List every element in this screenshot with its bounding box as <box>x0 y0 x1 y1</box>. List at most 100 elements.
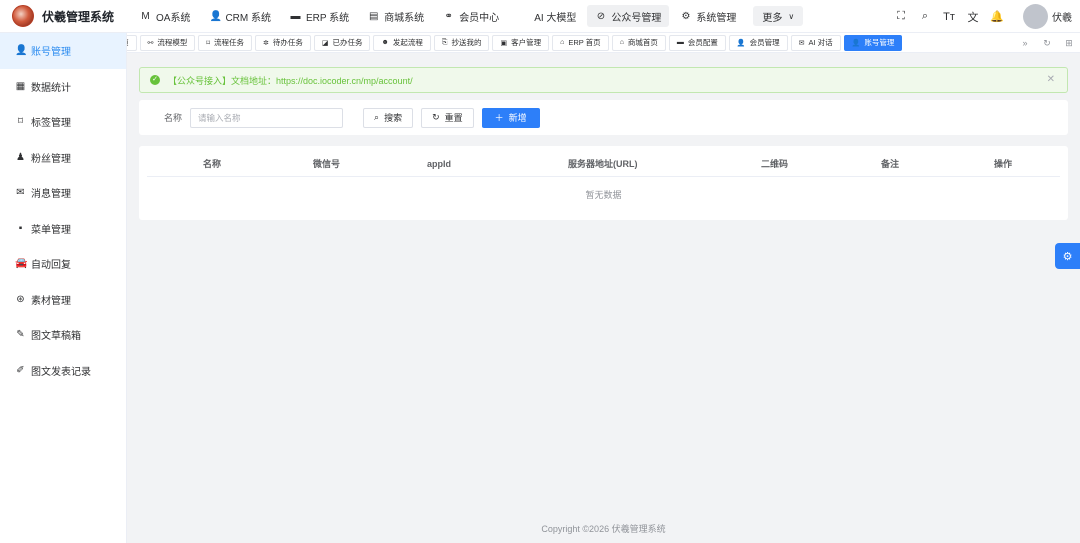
top-header: 伏羲管理系统 M OA系统 👤 CRM 系统 ▬ ERP 系统 ▤ 商城系统 ⚭ 会员中心 AI 大… <box>0 0 1080 33</box>
settings-float-button[interactable]: ⚙ <box>1055 243 1080 269</box>
sidebar-item-label: 标签管理 <box>31 118 71 130</box>
search-panel: 名称 请输入名称 ⌕ 搜索 ↻ 重置 ＋ 新增 <box>139 100 1068 135</box>
sidebar-item-3[interactable]: ♟ 粉丝管理 <box>0 140 126 176</box>
bookmark-icon: ⌑ <box>206 39 210 47</box>
sidebar-item-8[interactable]: ✎ 图文草稿箱 <box>0 317 126 353</box>
close-icon[interactable]: ✕ <box>1047 74 1055 85</box>
topnav-item-label: 会员中心 <box>459 12 500 24</box>
success-check-icon: ✓ <box>150 75 160 85</box>
topnav-item-3[interactable]: ▤ 商城系统 <box>360 5 432 27</box>
tab-7[interactable]: ▣ 客户管理 <box>492 34 550 51</box>
tab-label: 流程任务 <box>213 38 244 47</box>
app-logo[interactable]: 伏羲管理系统 <box>0 5 128 27</box>
fullscreen-icon[interactable]: ⛶ <box>889 10 913 23</box>
material-icon: ⊛ <box>16 293 25 305</box>
tab-label: 会员管理 <box>749 38 780 47</box>
column-header-6: 操作 <box>994 159 1013 169</box>
sidebar-item-label: 图文草稿箱 <box>31 331 81 343</box>
home-icon: ⌂ <box>619 39 624 46</box>
sidebar-item-7[interactable]: ⊛ 素材管理 <box>0 282 126 318</box>
tab-4[interactable]: ◪ 已办任务 <box>313 34 371 51</box>
mail-icon: ✉ <box>16 187 25 199</box>
compass-icon: ⊘ <box>596 10 606 22</box>
tab-11[interactable]: 👤 会员管理 <box>728 34 788 51</box>
tab-10[interactable]: ▬ 会员配置 <box>668 34 726 51</box>
sidebar-item-6[interactable]: 🚘 自动回复 <box>0 246 126 282</box>
sidebar-item-4[interactable]: ✉ 消息管理 <box>0 175 126 211</box>
todo-icon: ✲ <box>262 39 269 47</box>
tab-5[interactable]: ☻ 发起流程 <box>373 34 431 51</box>
translate-icon[interactable]: 文 <box>961 9 985 25</box>
tabs-bar: 项⚯流程模型⌑流程任务✲待办任务◪已办任务☻发起流程⎘抄送我的▣客户管理⌂ERP… <box>127 33 1080 53</box>
sidebar-item-label: 图文发表记录 <box>31 366 91 378</box>
reset-button-label: 重置 <box>444 113 463 123</box>
tab-label: 发起流程 <box>392 38 423 47</box>
topnav-item-7[interactable]: ⚙ 系统管理 <box>672 5 744 27</box>
search-icon[interactable]: ⌕ <box>913 10 937 23</box>
sidebar-item-5[interactable]: ▪ 菜单管理 <box>0 211 126 247</box>
user-name[interactable]: 伏羲 <box>1052 9 1072 24</box>
sidebar-item-label: 菜单管理 <box>31 224 71 236</box>
tab-label: 抄送我的 <box>451 38 482 47</box>
avatar[interactable] <box>1023 4 1048 29</box>
tab-6[interactable]: ⎘ 抄送我的 <box>433 34 490 51</box>
user-icon: 👤 <box>736 39 746 47</box>
account-table: 名称 微信号 appId 服务器地址(URL) 二维码 备注 操作 暂无数据 <box>139 146 1068 220</box>
erp-icon: ▬ <box>290 10 301 22</box>
sidebar-item-label: 自动回复 <box>31 260 71 272</box>
sidebar-item-0[interactable]: 👤 账号管理 <box>0 33 126 69</box>
tab-2[interactable]: ⌑ 流程任务 <box>198 34 252 51</box>
add-button[interactable]: ＋ 新增 <box>481 107 540 128</box>
search-button-label: 搜索 <box>384 113 403 123</box>
topnav-item-1[interactable]: 👤 CRM 系统 <box>201 5 279 27</box>
tab-8[interactable]: ⌂ ERP 首页 <box>552 34 609 51</box>
column-header-3: 服务器地址(URL) <box>568 159 638 169</box>
footer-copyright: Copyright ©2026 伏羲管理系统 <box>541 524 666 534</box>
topnav-item-6[interactable]: ⊘ 公众号管理 <box>587 5 670 27</box>
name-input[interactable]: 请输入名称 <box>190 107 344 128</box>
tab-13[interactable]: 👤 账号管理 <box>843 34 903 51</box>
name-input-placeholder: 请输入名称 <box>198 112 241 123</box>
column-header-0: 名称 <box>203 159 222 169</box>
refresh-icon[interactable]: ↻ <box>1036 38 1058 49</box>
fans-icon: ♟ <box>16 151 25 163</box>
tab-label: 会员配置 <box>687 38 718 47</box>
tab-label: 账号管理 <box>864 38 895 47</box>
tabs-menu-icon[interactable]: ⊞ <box>1058 38 1080 49</box>
sidebar-item-label: 账号管理 <box>31 47 71 59</box>
gear-icon: ⚙ <box>681 10 691 22</box>
topnav-item-0[interactable]: M OA系统 <box>132 5 198 27</box>
logo-icon <box>12 5 34 27</box>
tab-1[interactable]: ⚯ 流程模型 <box>139 34 196 51</box>
topnav-item-2[interactable]: ▬ ERP 系统 <box>282 5 357 27</box>
font-size-icon[interactable]: Tт <box>937 11 961 23</box>
reset-button[interactable]: ↻ 重置 <box>421 107 474 128</box>
tab-3[interactable]: ✲ 待办任务 <box>254 34 311 51</box>
topnav-item-5[interactable]: AI 大模型 <box>510 5 584 27</box>
chat-icon: ✉ <box>798 39 805 47</box>
alert-text[interactable]: 【公众号接入】文档地址：https://doc.iocoder.cn/mp/ac… <box>168 74 413 87</box>
topnav-item-label: 公众号管理 <box>611 12 662 24</box>
topnav-item-4[interactable]: ⚭ 会员中心 <box>435 5 507 27</box>
nav-more-button[interactable]: 更多 ∨ <box>753 6 804 26</box>
app-title: 伏羲管理系统 <box>42 9 115 24</box>
sidebar-item-1[interactable]: ▦ 数据统计 <box>0 69 126 105</box>
column-header-2: appId <box>427 159 451 169</box>
bell-icon[interactable]: 🔔 <box>985 10 1009 23</box>
name-label: 名称 <box>164 113 183 123</box>
tab-label: 流程模型 <box>157 38 188 47</box>
tab-9[interactable]: ⌂ 商城首页 <box>611 34 666 51</box>
topnav-item-label: 系统管理 <box>696 12 737 24</box>
sidebar-item-2[interactable]: ⌑ 标签管理 <box>0 104 126 140</box>
tabs-scroll-right-icon[interactable]: » <box>1014 38 1036 48</box>
tab-12[interactable]: ✉ AI 对话 <box>790 34 841 51</box>
gear-icon: ⚙ <box>1062 250 1073 263</box>
sidebar-item-label: 数据统计 <box>31 82 71 94</box>
tab-label: 项 <box>127 37 129 48</box>
done-icon: ◪ <box>321 39 329 47</box>
tab-0[interactable]: 项 <box>127 34 137 51</box>
search-button[interactable]: ⌕ 搜索 <box>363 107 414 128</box>
tab-label: 商城首页 <box>627 38 658 47</box>
grid-icon: ▪ <box>18 222 23 234</box>
sidebar-item-9[interactable]: ✐ 图文发表记录 <box>0 353 126 389</box>
